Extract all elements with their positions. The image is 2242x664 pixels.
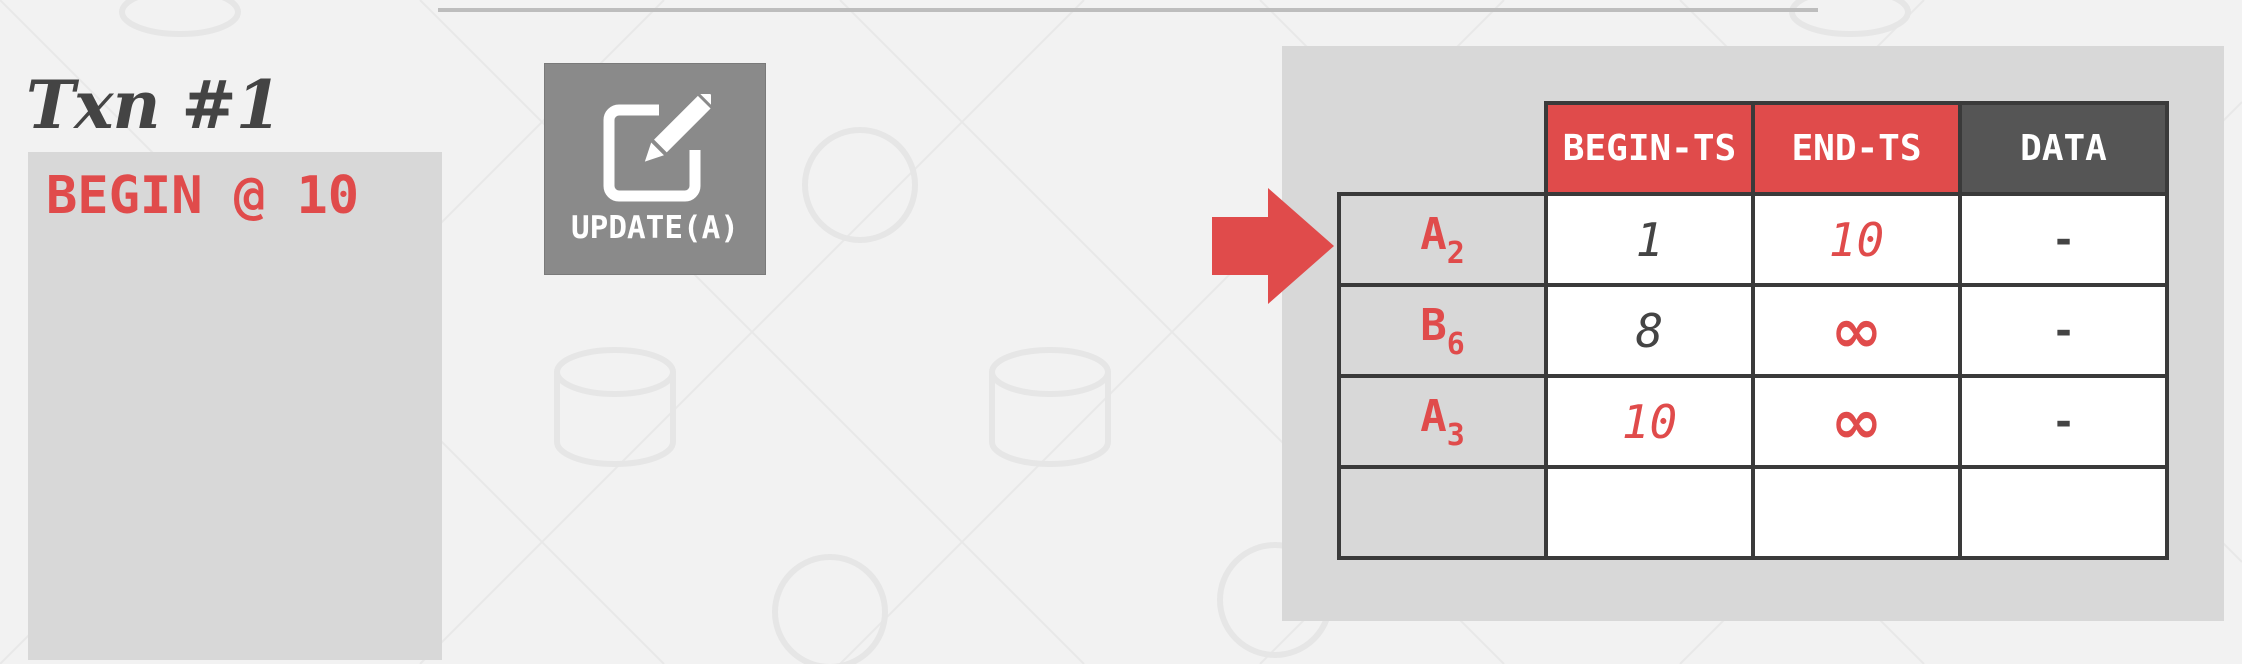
begin-ts-cell: 8 bbox=[1544, 283, 1755, 378]
begin-ts-cell: 10 bbox=[1544, 374, 1755, 469]
row-key: A2 bbox=[1337, 192, 1548, 287]
table-row: B6 8 ∞ - bbox=[1337, 283, 2169, 378]
table-row: A2 1 10 - bbox=[1337, 192, 2169, 287]
table-row: A3 10 ∞ - bbox=[1337, 374, 2169, 469]
table-row-empty bbox=[1337, 465, 2169, 560]
header-begin-ts: BEGIN-TS bbox=[1544, 101, 1755, 196]
row-key: B6 bbox=[1337, 283, 1548, 378]
operation-label: UPDATE(A) bbox=[571, 210, 739, 246]
data-cell-empty bbox=[1958, 465, 2169, 560]
begin-ts-cell: 1 bbox=[1544, 192, 1755, 287]
header-data: DATA bbox=[1958, 101, 2169, 196]
begin-ts-cell-empty bbox=[1544, 465, 1755, 560]
table-header-row: BEGIN-TS END-TS DATA bbox=[1339, 101, 2169, 196]
header-end-ts: END-TS bbox=[1751, 101, 1962, 196]
row-key-empty bbox=[1337, 465, 1548, 560]
data-cell: - bbox=[1958, 283, 2169, 378]
current-row-arrow bbox=[1212, 188, 1334, 304]
data-cell: - bbox=[1958, 192, 2169, 287]
transaction-title: Txn #1 bbox=[26, 66, 282, 144]
transaction-statements-panel: BEGIN @ 10 bbox=[28, 152, 442, 660]
data-cell: - bbox=[1958, 374, 2169, 469]
edit-icon bbox=[603, 94, 711, 202]
top-divider bbox=[438, 8, 1818, 12]
end-ts-cell: ∞ bbox=[1751, 283, 1962, 378]
end-ts-cell: ∞ bbox=[1751, 374, 1962, 469]
header-corner bbox=[1339, 103, 1546, 194]
end-ts-cell-empty bbox=[1751, 465, 1962, 560]
update-operation-card: UPDATE(A) bbox=[544, 63, 766, 275]
begin-statement: BEGIN @ 10 bbox=[46, 166, 360, 226]
end-ts-cell: 10 bbox=[1751, 192, 1962, 287]
version-table: BEGIN-TS END-TS DATA A2 1 10 - B6 8 ∞ - … bbox=[1337, 101, 2169, 560]
row-key: A3 bbox=[1337, 374, 1548, 469]
